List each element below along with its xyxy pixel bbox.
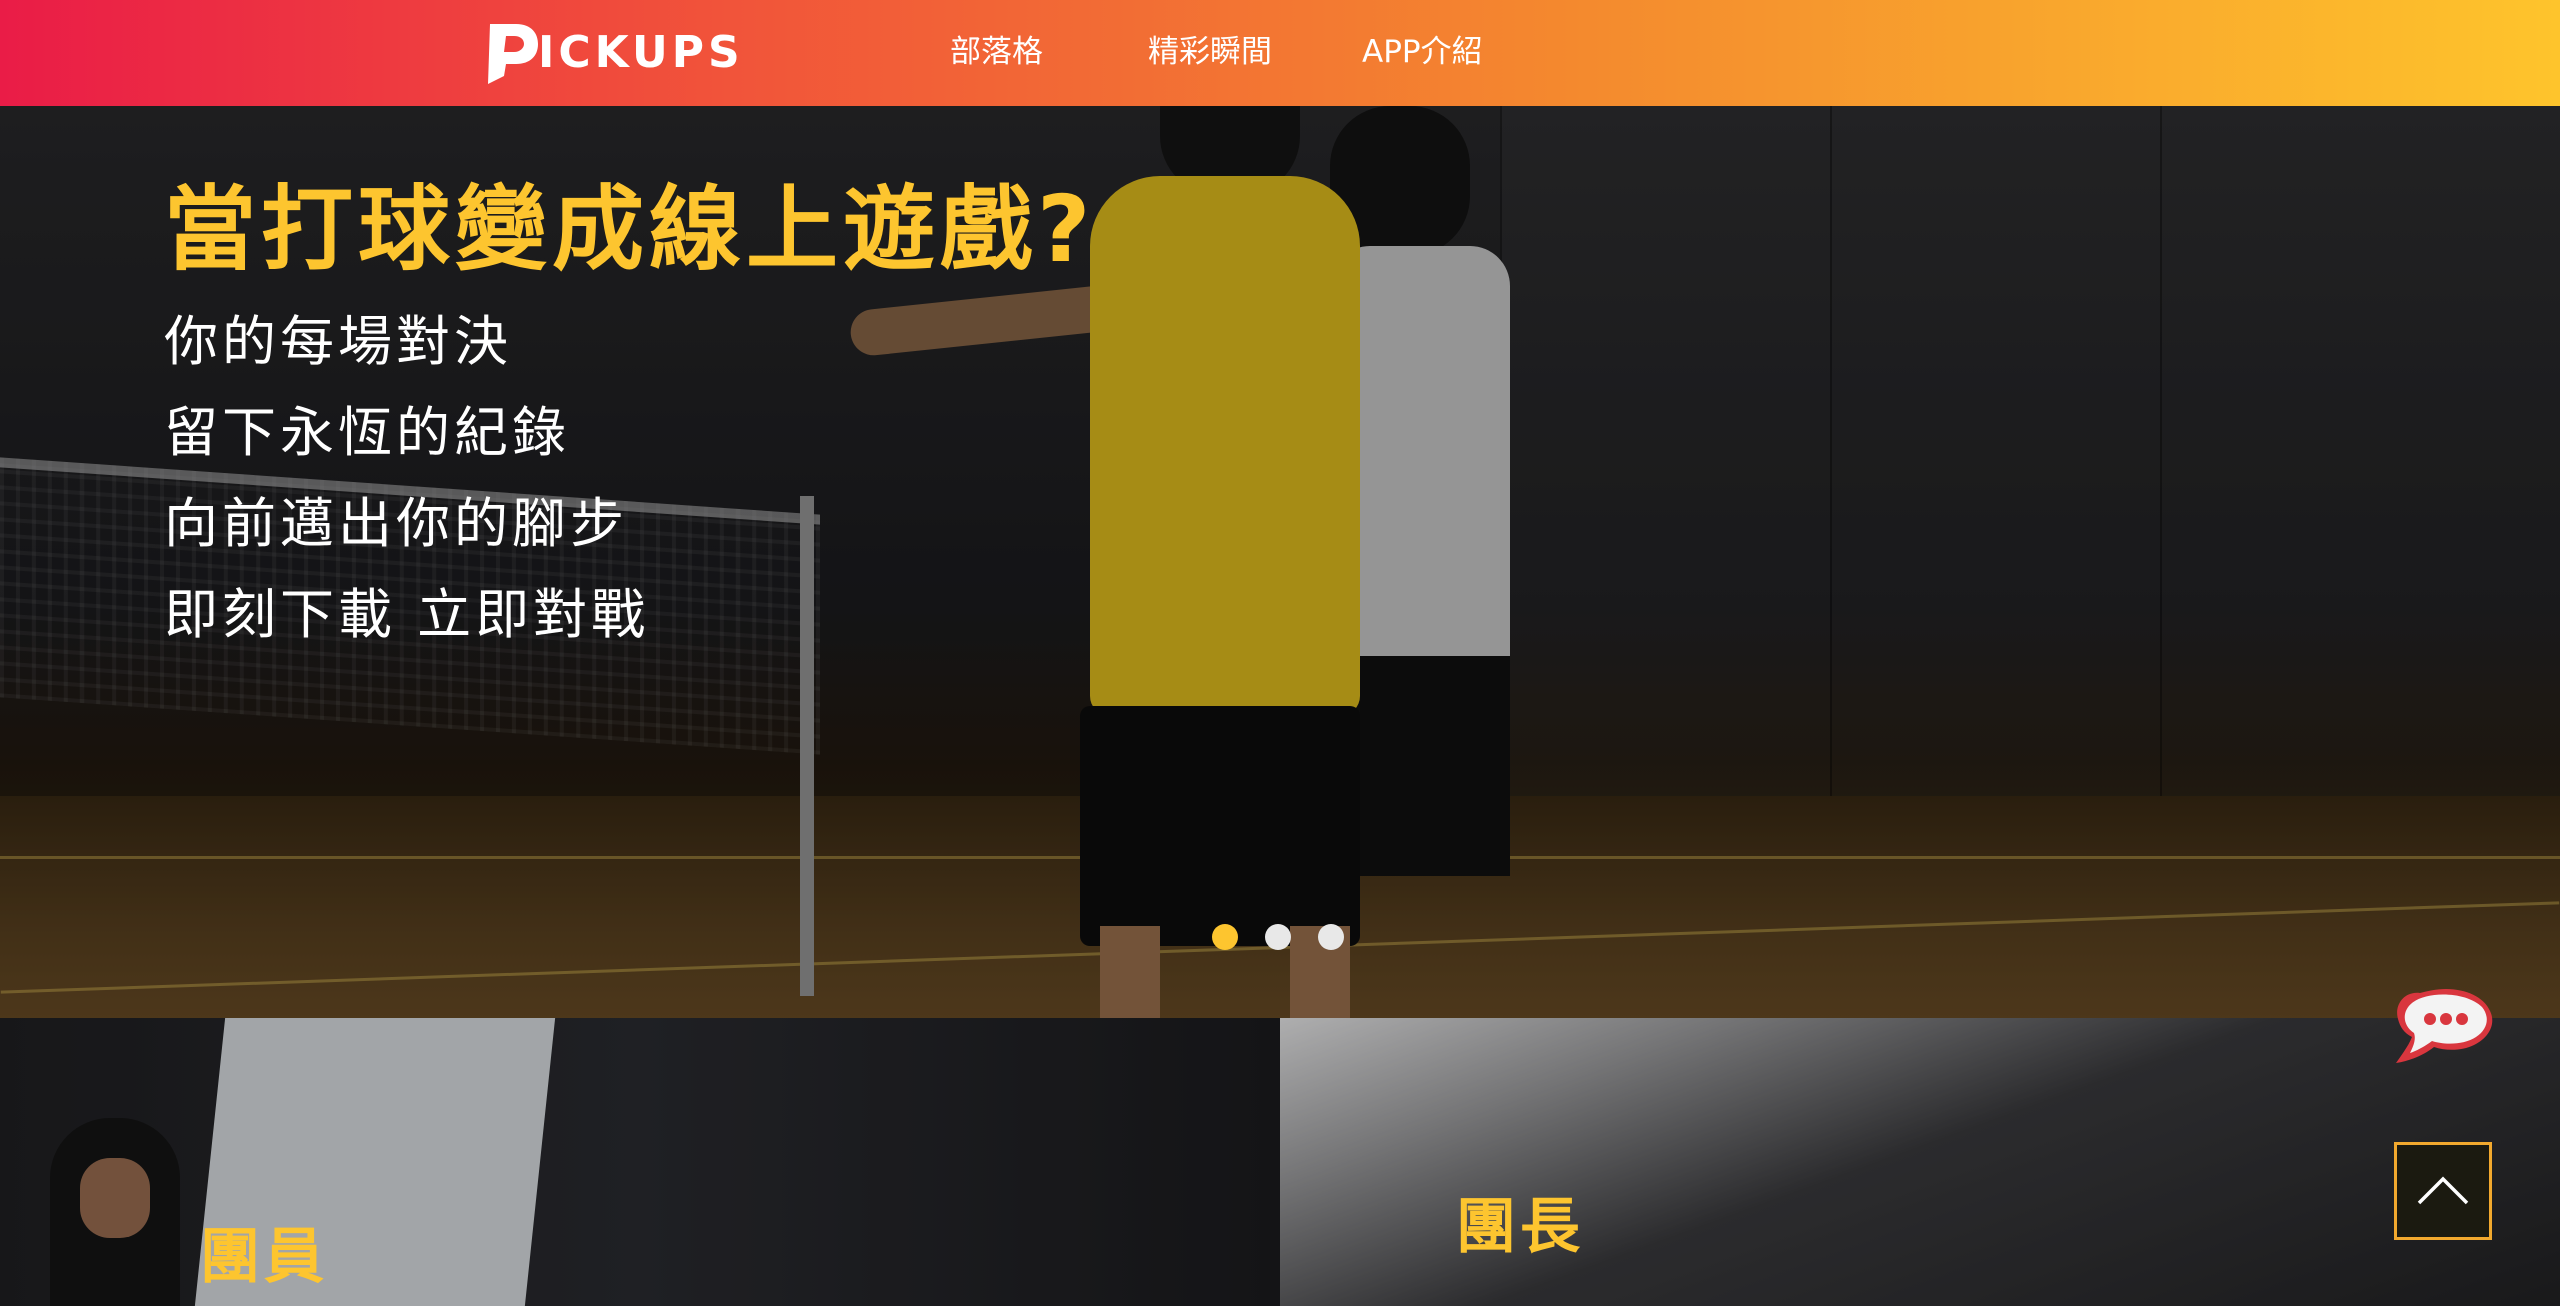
leader-card-title: 團長 <box>1456 1192 1584 1262</box>
hero-carousel[interactable]: 當打球變成線上遊戲? 你的每場對決 留下永恆的紀錄 向前邁出你的腳步 即刻下載 … <box>0 106 2560 1018</box>
hero-line: 即刻下載 立即對戰 <box>164 583 650 646</box>
chevron-up-icon <box>2417 1176 2469 1205</box>
logo-link[interactable]: ICKUPS <box>482 18 762 86</box>
hero-title: 當打球變成線上遊戲? <box>164 176 1096 283</box>
member-card-title: 團員 <box>200 1222 328 1292</box>
hero-text-block: 當打球變成線上遊戲? 你的每場對決 留下永恆的紀錄 向前邁出你的腳步 即刻下載 … <box>164 170 1095 660</box>
carousel-dot-3[interactable] <box>1318 924 1344 950</box>
back-to-top-button[interactable] <box>2394 1142 2492 1240</box>
nav-item-blog[interactable]: 部落格 <box>950 28 1043 76</box>
carousel-dot-2[interactable] <box>1265 924 1291 950</box>
logo-text: ICKUPS <box>538 26 744 78</box>
pickups-logo-mark-icon <box>488 24 538 84</box>
hero-tagline: 你的每場對決 留下永恆的紀錄 向前邁出你的腳步 即刻下載 立即對戰 <box>164 296 1095 660</box>
carousel-dot-1[interactable] <box>1212 924 1238 950</box>
nav-item-app-intro[interactable]: APP介紹 <box>1362 28 1483 76</box>
chat-bubble-icon <box>2396 989 2493 1063</box>
carousel-indicators <box>1212 924 1344 950</box>
top-navbar: ICKUPS 部落格 精彩瞬間 APP介紹 <box>0 0 2560 106</box>
hero-line: 向前邁出你的腳步 <box>164 492 628 555</box>
leader-card[interactable]: 團長 <box>1280 1018 2560 1306</box>
card-overlay <box>0 1018 1280 1306</box>
hero-line: 你的每場對決 <box>164 310 512 373</box>
member-card[interactable]: 團員 <box>0 1018 1280 1306</box>
hero-line: 留下永恆的紀錄 <box>164 401 570 464</box>
nav-item-highlights[interactable]: 精彩瞬間 <box>1148 28 1272 76</box>
chat-button[interactable] <box>2390 985 2500 1077</box>
